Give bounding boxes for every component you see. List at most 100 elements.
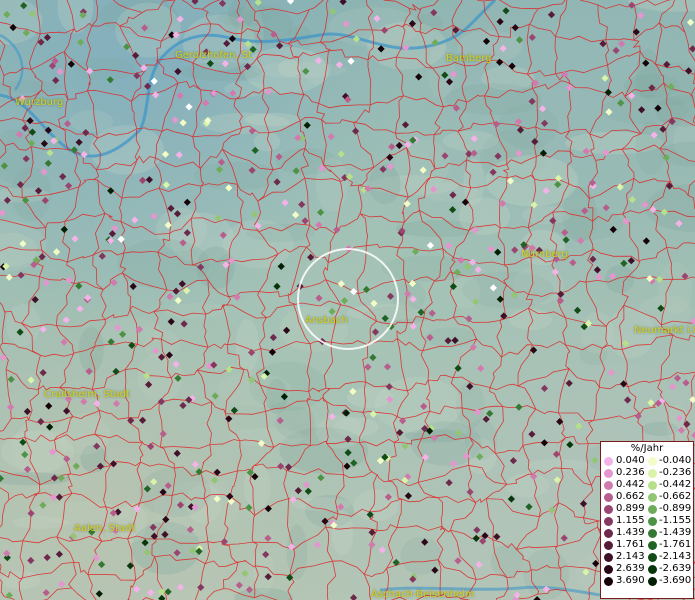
trend-marker-positive[interactable] [273,178,281,186]
trend-marker-negative[interactable] [7,375,15,383]
trend-marker-positive[interactable] [191,0,199,5]
trend-marker-negative[interactable] [553,476,561,484]
trend-marker-positive[interactable] [178,280,186,288]
trend-marker-negative[interactable] [215,165,224,174]
trend-marker-positive[interactable] [540,384,549,392]
trend-marker-negative[interactable] [304,487,312,495]
trend-marker-positive[interactable] [63,120,72,128]
trend-marker-negative[interactable] [455,429,463,437]
trend-marker-positive[interactable] [62,316,70,324]
trend-marker-positive[interactable] [677,426,685,434]
trend-marker-positive[interactable] [499,44,507,53]
trend-marker-negative[interactable] [628,196,636,204]
trend-marker-positive[interactable] [462,452,470,460]
trend-marker-positive[interactable] [236,15,244,24]
trend-marker-negative[interactable] [16,328,24,336]
trend-marker-negative[interactable] [362,285,371,294]
trend-marker-positive[interactable] [343,462,351,470]
trend-marker-positive[interactable] [499,199,507,208]
trend-marker-positive[interactable] [283,326,291,334]
trend-marker-negative[interactable] [349,387,357,396]
trend-marker-negative[interactable] [142,372,150,380]
trend-marker-positive[interactable] [466,488,474,496]
trend-marker-positive[interactable] [176,92,184,100]
trend-marker-negative[interactable] [392,558,400,567]
trend-marker-negative[interactable] [591,456,599,464]
trend-marker-positive[interactable] [186,526,194,534]
trend-marker-positive[interactable] [641,201,649,209]
trend-marker-negative[interactable] [292,167,300,175]
trend-marker-positive[interactable] [139,416,147,424]
trend-marker-positive[interactable] [159,488,167,496]
trend-marker-positive[interactable] [342,20,350,28]
trend-marker-positive[interactable] [634,412,642,420]
trend-marker-positive[interactable] [158,353,166,361]
trend-marker-positive[interactable] [76,305,84,313]
trend-marker-positive[interactable] [161,530,169,539]
trend-marker-negative[interactable] [366,511,374,519]
trend-marker-positive[interactable] [581,207,589,215]
trend-marker-negative[interactable] [277,262,285,270]
trend-marker-negative[interactable] [143,548,151,556]
trend-marker-positive[interactable] [681,272,689,280]
trend-marker-positive[interactable] [494,152,502,160]
trend-marker-positive[interactable] [451,336,459,344]
trend-marker-positive[interactable] [228,35,236,43]
trend-marker-negative[interactable] [246,468,254,477]
trend-marker-positive[interactable] [449,191,457,199]
trend-marker-negative[interactable] [345,173,354,181]
trend-marker-positive[interactable] [409,322,417,330]
trend-marker-positive[interactable] [487,245,495,253]
trend-marker-positive[interactable] [649,205,657,214]
trend-marker-positive[interactable] [602,204,610,212]
trend-marker-neutral[interactable] [185,103,193,111]
trend-marker-positive[interactable] [493,533,501,541]
trend-marker-positive[interactable] [49,448,57,456]
trend-marker-positive[interactable] [399,417,407,425]
trend-marker-positive[interactable] [277,462,285,470]
trend-marker-positive[interactable] [509,457,517,465]
trend-marker-negative[interactable] [566,441,574,449]
trend-marker-positive[interactable] [307,253,315,261]
trend-marker-positive[interactable] [131,216,139,224]
trend-marker-positive[interactable] [294,487,302,495]
trend-marker-positive[interactable] [689,45,695,53]
trend-marker-negative[interactable] [486,409,494,418]
trend-marker-positive[interactable] [475,560,483,569]
trend-marker-negative[interactable] [417,308,425,316]
trend-marker-negative[interactable] [211,476,219,484]
trend-marker-positive[interactable] [63,407,71,415]
trend-marker-positive[interactable] [429,185,438,193]
trend-marker-negative[interactable] [453,268,461,276]
trend-marker-positive[interactable] [327,133,335,141]
trend-marker-positive[interactable] [264,534,272,542]
trend-marker-negative[interactable] [141,539,149,547]
trend-marker-negative[interactable] [554,180,562,189]
trend-marker-positive[interactable] [454,557,462,565]
trend-marker-positive[interactable] [159,430,167,438]
trend-marker-positive[interactable] [628,92,636,100]
trend-marker-negative[interactable] [286,573,294,582]
trend-marker-positive[interactable] [321,517,329,525]
trend-marker-negative[interactable] [112,367,120,376]
trend-marker-positive[interactable] [384,493,392,501]
trend-marker-positive[interactable] [386,292,395,300]
trend-marker-positive[interactable] [452,104,460,112]
trend-marker-positive[interactable] [85,367,93,375]
trend-marker-positive[interactable] [133,505,141,513]
trend-marker-negative[interactable] [5,591,13,599]
trend-marker-negative[interactable] [257,439,265,447]
trend-marker-positive[interactable] [682,379,690,387]
trend-marker-positive[interactable] [147,589,155,597]
trend-marker-negative[interactable] [554,174,562,182]
trend-marker-positive[interactable] [16,181,24,189]
trend-marker-negative[interactable] [241,569,249,577]
trend-marker-positive[interactable] [461,198,469,206]
trend-marker-positive[interactable] [172,360,180,368]
trend-marker-negative[interactable] [369,353,377,362]
trend-marker-positive[interactable] [129,282,137,290]
trend-marker-negative[interactable] [454,364,462,372]
trend-marker-positive[interactable] [235,581,243,589]
trend-marker-positive[interactable] [39,369,47,377]
trend-marker-positive[interactable] [220,538,228,546]
